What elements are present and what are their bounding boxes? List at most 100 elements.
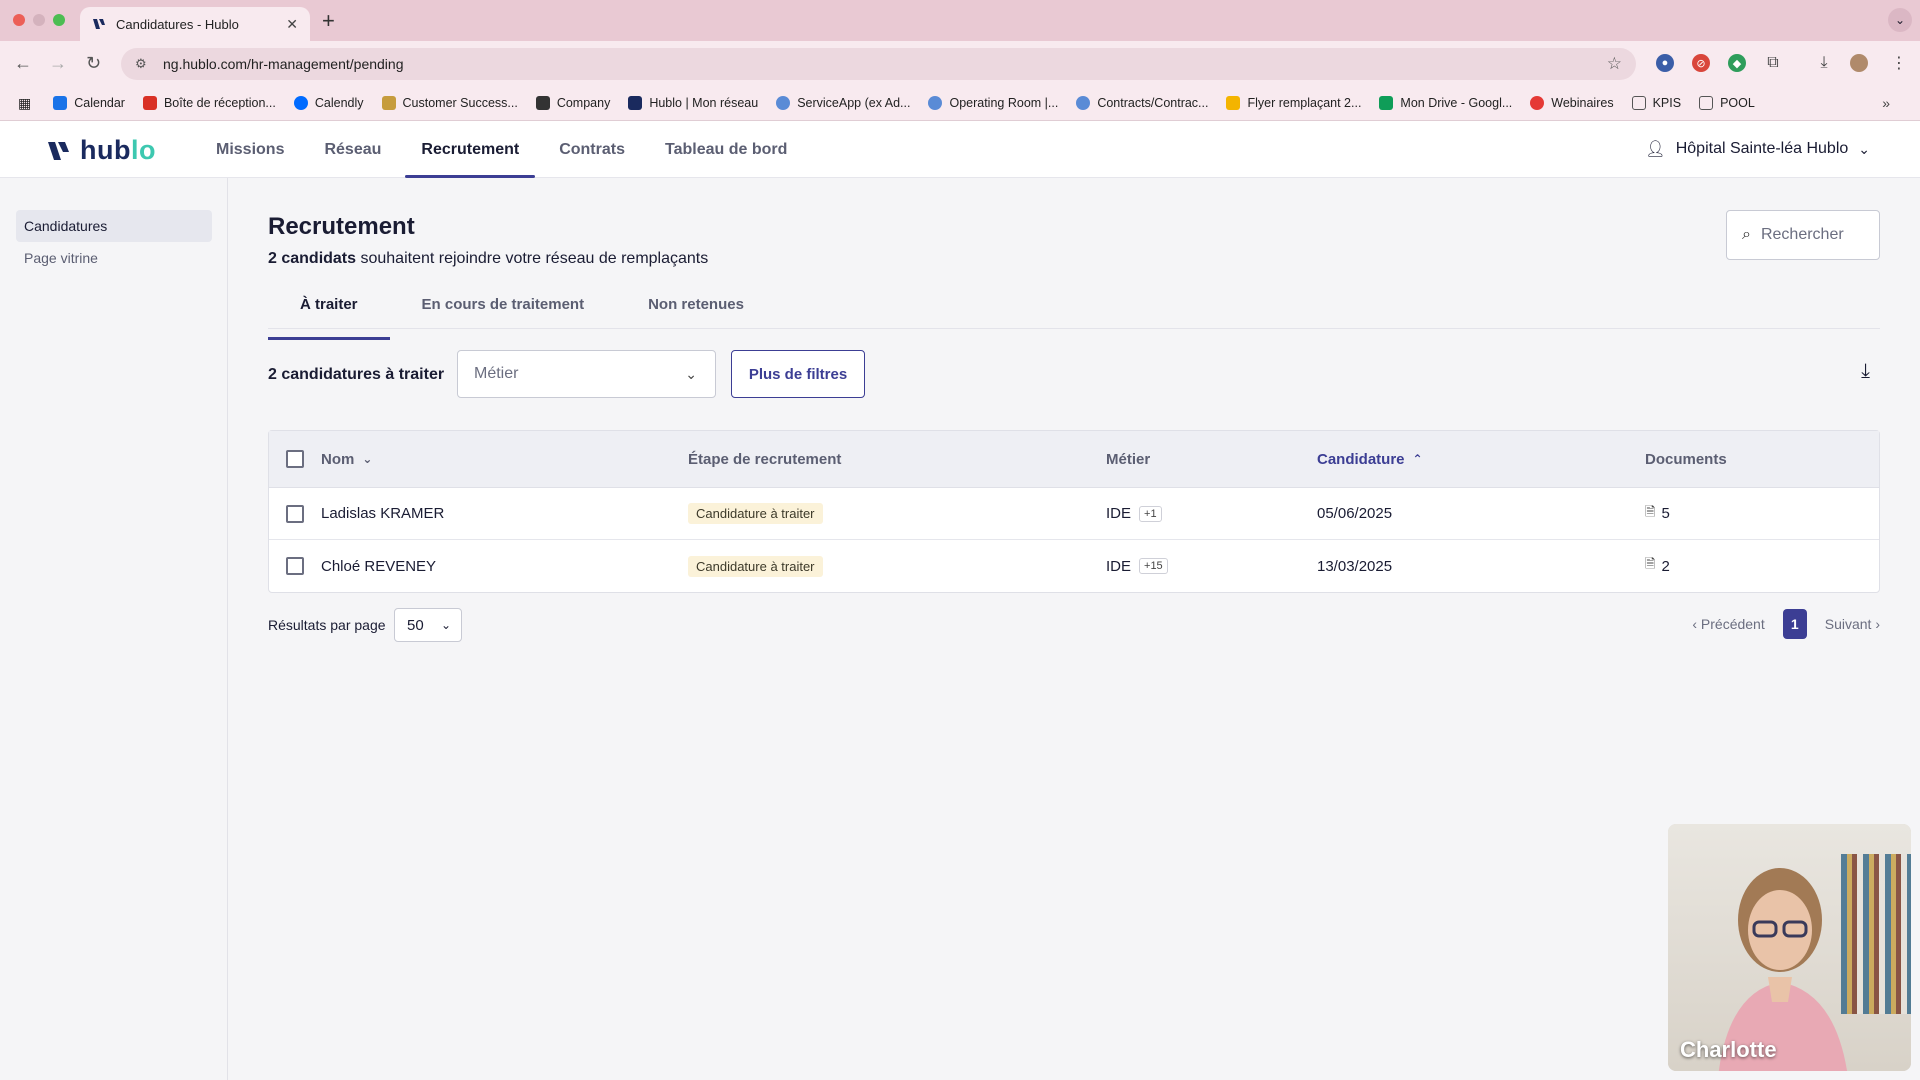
- account-name: Hôpital Sainte-léa Hublo: [1675, 140, 1849, 157]
- metier-select[interactable]: Métier ⌄: [457, 350, 716, 398]
- forward-arrow-icon[interactable]: →: [49, 53, 67, 74]
- column-candidature-label: Candidature: [1317, 450, 1405, 468]
- extensions-puzzle-icon[interactable]: ⧉: [1764, 54, 1782, 72]
- site-info-icon[interactable]: ⚙: [135, 56, 151, 72]
- chevron-down-icon: ⌄: [362, 452, 373, 466]
- tabs-divider: [268, 328, 1880, 329]
- close-window-button[interactable]: [13, 14, 25, 26]
- page-title: Recrutement: [268, 213, 415, 240]
- calendly-icon: [293, 96, 308, 110]
- results-per-page-select[interactable]: 50 ⌄: [394, 608, 462, 642]
- gmail-icon: [142, 96, 157, 110]
- metier-placeholder: Métier: [474, 365, 519, 382]
- previous-page-button[interactable]: ‹ Précédent: [1692, 616, 1764, 632]
- tab-title: Candidatures - Hublo: [116, 16, 239, 32]
- profile-avatar[interactable]: [1850, 54, 1868, 72]
- bookmark-item[interactable]: ServiceApp (ex Ad...: [776, 96, 910, 110]
- green-extension-icon[interactable]: ◆: [1728, 54, 1746, 72]
- applications-count: 2 candidatures à traiter: [268, 366, 445, 383]
- close-tab-icon[interactable]: ✕: [286, 16, 298, 33]
- maximize-window-button[interactable]: [53, 14, 65, 26]
- table-row[interactable]: Ladislas KRAMER Candidature à traiter ID…: [269, 488, 1879, 540]
- row-checkbox[interactable]: [286, 557, 304, 575]
- tab-non-retenues[interactable]: Non retenues: [616, 290, 776, 330]
- apps-grid-icon[interactable]: ▦: [18, 95, 31, 112]
- bookmark-item[interactable]: Contracts/Contrac...: [1076, 96, 1208, 110]
- next-page-button[interactable]: Suivant ›: [1825, 616, 1880, 632]
- folder-icon: [1631, 96, 1646, 110]
- chevron-down-icon: ⌄: [685, 365, 697, 382]
- user-icon: 👤︎: [1645, 141, 1666, 158]
- candidate-name[interactable]: Ladislas KRAMER: [321, 505, 688, 522]
- metier-extra-badge[interactable]: +1: [1139, 505, 1162, 522]
- download-icon[interactable]: ⤓: [1861, 360, 1870, 383]
- bookmark-item[interactable]: Calendar: [53, 96, 125, 110]
- tab-search-button[interactable]: ⌄: [1888, 8, 1912, 32]
- new-tab-button[interactable]: +: [322, 8, 335, 34]
- bookmark-item[interactable]: Company: [535, 96, 610, 110]
- blocker-extension-icon[interactable]: ⊘: [1692, 54, 1710, 72]
- column-candidature[interactable]: Candidature ⌃: [1317, 451, 1645, 468]
- gem-icon: [928, 96, 943, 110]
- sidebar-item-candidatures[interactable]: Candidatures: [16, 210, 212, 242]
- browser-menu-icon[interactable]: ⋮: [1890, 54, 1908, 72]
- select-all-checkbox[interactable]: [286, 450, 304, 468]
- nav-recrutement[interactable]: Recrutement: [405, 121, 536, 178]
- hublo-icon: [628, 96, 643, 110]
- page-subtitle: 2 candidats souhaitent rejoindre votre r…: [268, 250, 708, 268]
- more-filters-button[interactable]: Plus de filtres: [731, 350, 865, 398]
- nav-contrats[interactable]: Contrats: [543, 121, 641, 178]
- bookmark-item[interactable]: Flyer remplaçant 2...: [1226, 96, 1361, 110]
- reload-icon[interactable]: ↻: [86, 53, 101, 74]
- candidate-name[interactable]: Chloé REVENEY: [321, 558, 688, 575]
- tab-en-cours[interactable]: En cours de traitement: [390, 290, 617, 330]
- minimize-window-button[interactable]: [33, 14, 45, 26]
- video-call-overlay[interactable]: Charlotte: [1668, 824, 1911, 1071]
- status-badge: Candidature à traiter: [688, 555, 823, 577]
- page-number-current[interactable]: 1: [1782, 609, 1807, 639]
- recruitment-step-cell: Candidature à traiter: [688, 555, 1106, 577]
- tab-a-traiter[interactable]: À traiter: [268, 290, 390, 340]
- bookmark-folder[interactable]: POOL: [1699, 96, 1755, 110]
- gem-icon: [776, 96, 791, 110]
- documents-cell[interactable]: 🗎︎ 2: [1645, 555, 1879, 577]
- account-menu[interactable]: 👤︎ Hôpital Sainte-léa Hublo ⌄: [1645, 139, 1870, 159]
- downloads-icon[interactable]: ⤓: [1815, 54, 1833, 72]
- nav-missions[interactable]: Missions: [200, 121, 300, 178]
- nav-tableau-de-bord[interactable]: Tableau de bord: [649, 121, 803, 178]
- bookmark-item[interactable]: Mon Drive - Googl...: [1379, 96, 1512, 110]
- row-checkbox[interactable]: [286, 504, 304, 523]
- bookmark-item[interactable]: Customer Success...: [381, 96, 518, 110]
- metier-value: IDE: [1106, 505, 1132, 522]
- address-bar[interactable]: ⚙ ng.hublo.com/hr-management/pending ☆: [121, 48, 1636, 80]
- back-arrow-icon[interactable]: ←: [14, 53, 32, 74]
- sidebar-item-page-vitrine[interactable]: Page vitrine: [16, 242, 212, 274]
- column-nom-label: Nom: [321, 450, 355, 468]
- bookmark-folder[interactable]: KPIS: [1631, 96, 1681, 110]
- metier-value: IDE: [1106, 557, 1132, 575]
- nav-reseau[interactable]: Réseau: [308, 121, 397, 178]
- metier-extra-badge[interactable]: +15: [1139, 558, 1168, 574]
- bookmarks-bar: ▦ Calendar Boîte de réception... Calendl…: [0, 86, 1920, 121]
- application-date: 05/06/2025: [1317, 505, 1393, 522]
- documents-cell[interactable]: 🗎︎ 5: [1645, 503, 1879, 525]
- more-bookmarks-icon[interactable]: »: [1882, 95, 1890, 111]
- search-input[interactable]: ⌕ Rechercher: [1726, 210, 1880, 260]
- browser-tab-active[interactable]: Candidatures - Hublo ✕: [80, 7, 310, 41]
- bookmark-item[interactable]: Hublo | Mon réseau: [628, 96, 758, 110]
- pagination: ‹ Précédent 1 Suivant ›: [1692, 609, 1880, 639]
- document-icon: 🗎︎: [1645, 503, 1656, 519]
- column-nom[interactable]: Nom ⌄: [321, 451, 688, 468]
- bookmark-item[interactable]: Boîte de réception...: [142, 96, 276, 110]
- previous-label: Précédent: [1700, 616, 1765, 632]
- password-extension-icon[interactable]: ●: [1656, 54, 1674, 72]
- company-icon: [535, 96, 550, 110]
- table-row[interactable]: Chloé REVENEY Candidature à traiter IDE +…: [269, 540, 1879, 592]
- candidate-count: 2 candidats: [268, 250, 357, 267]
- bookmark-item[interactable]: Operating Room |...: [928, 96, 1058, 110]
- subtitle-text: souhaitent rejoindre votre réseau de rem…: [356, 250, 709, 267]
- bookmark-item[interactable]: Webinaires: [1530, 96, 1614, 110]
- bookmark-item[interactable]: Calendly: [293, 96, 364, 110]
- bookmark-star-icon[interactable]: ☆: [1607, 54, 1622, 74]
- hublo-logo[interactable]: hub lo: [47, 135, 156, 166]
